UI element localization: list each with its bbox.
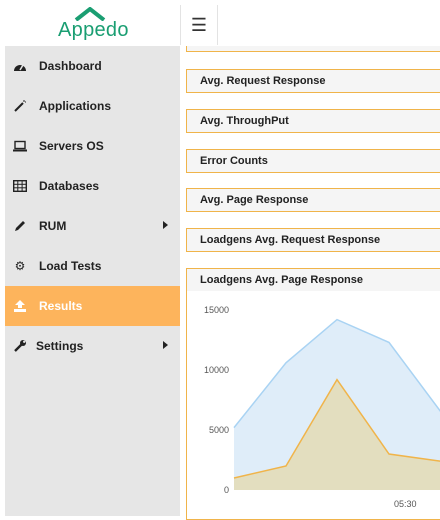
- panel-header[interactable]: Loadgens Avg. Page Response: [187, 269, 440, 291]
- x-tick-label: 05:30: [394, 499, 417, 509]
- sidebar-item-label: Settings: [36, 339, 84, 353]
- sidebar-item-label: Results: [39, 299, 83, 313]
- chevron-right-icon: [163, 221, 168, 229]
- sidebar-item-dashboard[interactable]: Dashboard: [5, 46, 180, 86]
- panel-title: Error Counts: [200, 155, 268, 167]
- sidebar-item-label: Dashboard: [39, 59, 102, 73]
- hamburger-icon: ☰: [190, 14, 208, 35]
- magic-wand-icon: [13, 99, 27, 113]
- panel-title: Avg. Page Response: [200, 194, 309, 206]
- sidebar-item-settings[interactable]: Settings: [5, 326, 180, 366]
- panel-title: Loadgens Avg. Request Response: [200, 234, 381, 246]
- panel-loadgens-avg-page-response: Loadgens Avg. Page Response 15000 10000 50…: [186, 268, 440, 520]
- sidebar-item-label: Load Tests: [39, 259, 102, 273]
- panel-error-counts[interactable]: Error Counts: [186, 149, 440, 173]
- y-tick-label: 15000: [204, 305, 229, 315]
- sidebar-item-label: Databases: [39, 179, 100, 193]
- sidebar-item-applications[interactable]: Applications: [5, 86, 180, 126]
- upload-icon: [13, 299, 27, 313]
- sidebar-item-label: Applications: [39, 99, 112, 113]
- sidebar: Dashboard Applications Servers OS Databa…: [5, 46, 180, 516]
- main-content: Avg. Request Response Avg. ThroughPut Er…: [180, 46, 440, 520]
- dashboard-icon: [13, 59, 27, 73]
- gear-icon: ⚙: [14, 259, 26, 273]
- area-chart: 15000 10000 5000 0 05:30: [204, 305, 440, 509]
- panel-title: Avg. ThroughPut: [200, 115, 289, 127]
- sidebar-item-label: Servers OS: [39, 139, 104, 153]
- panel-avg-throughput[interactable]: Avg. ThroughPut: [186, 109, 440, 133]
- sidebar-item-rum[interactable]: RUM: [5, 206, 180, 246]
- wrench-icon: [13, 339, 27, 353]
- panel-title: Loadgens Avg. Page Response: [200, 274, 364, 286]
- table-icon: [13, 179, 27, 193]
- chevron-right-icon: [163, 341, 168, 349]
- sidebar-item-results[interactable]: Results: [5, 286, 180, 326]
- panel-loadgens-avg-request-response[interactable]: Loadgens Avg. Request Response: [186, 228, 440, 252]
- sidebar-item-label: RUM: [39, 219, 67, 233]
- top-bar: Appedo ☰: [0, 0, 440, 46]
- laptop-icon: [13, 139, 27, 153]
- brand-name: Appedo: [58, 19, 129, 41]
- y-tick-label: 0: [224, 485, 229, 495]
- brand-logo[interactable]: Appedo: [0, 0, 180, 46]
- sidebar-item-load-tests[interactable]: ⚙ Load Tests: [5, 246, 180, 286]
- collapsed-panel-edge: [186, 46, 440, 52]
- y-tick-label: 5000: [209, 425, 229, 435]
- panel-avg-request-response[interactable]: Avg. Request Response: [186, 69, 440, 93]
- sidebar-item-servers-os[interactable]: Servers OS: [5, 126, 180, 166]
- y-tick-label: 10000: [204, 365, 229, 375]
- panel-avg-page-response[interactable]: Avg. Page Response: [186, 188, 440, 212]
- sidebar-item-databases[interactable]: Databases: [5, 166, 180, 206]
- pencil-icon: [13, 219, 27, 233]
- panel-title: Avg. Request Response: [200, 75, 326, 87]
- menu-toggle-button[interactable]: ☰: [180, 5, 218, 45]
